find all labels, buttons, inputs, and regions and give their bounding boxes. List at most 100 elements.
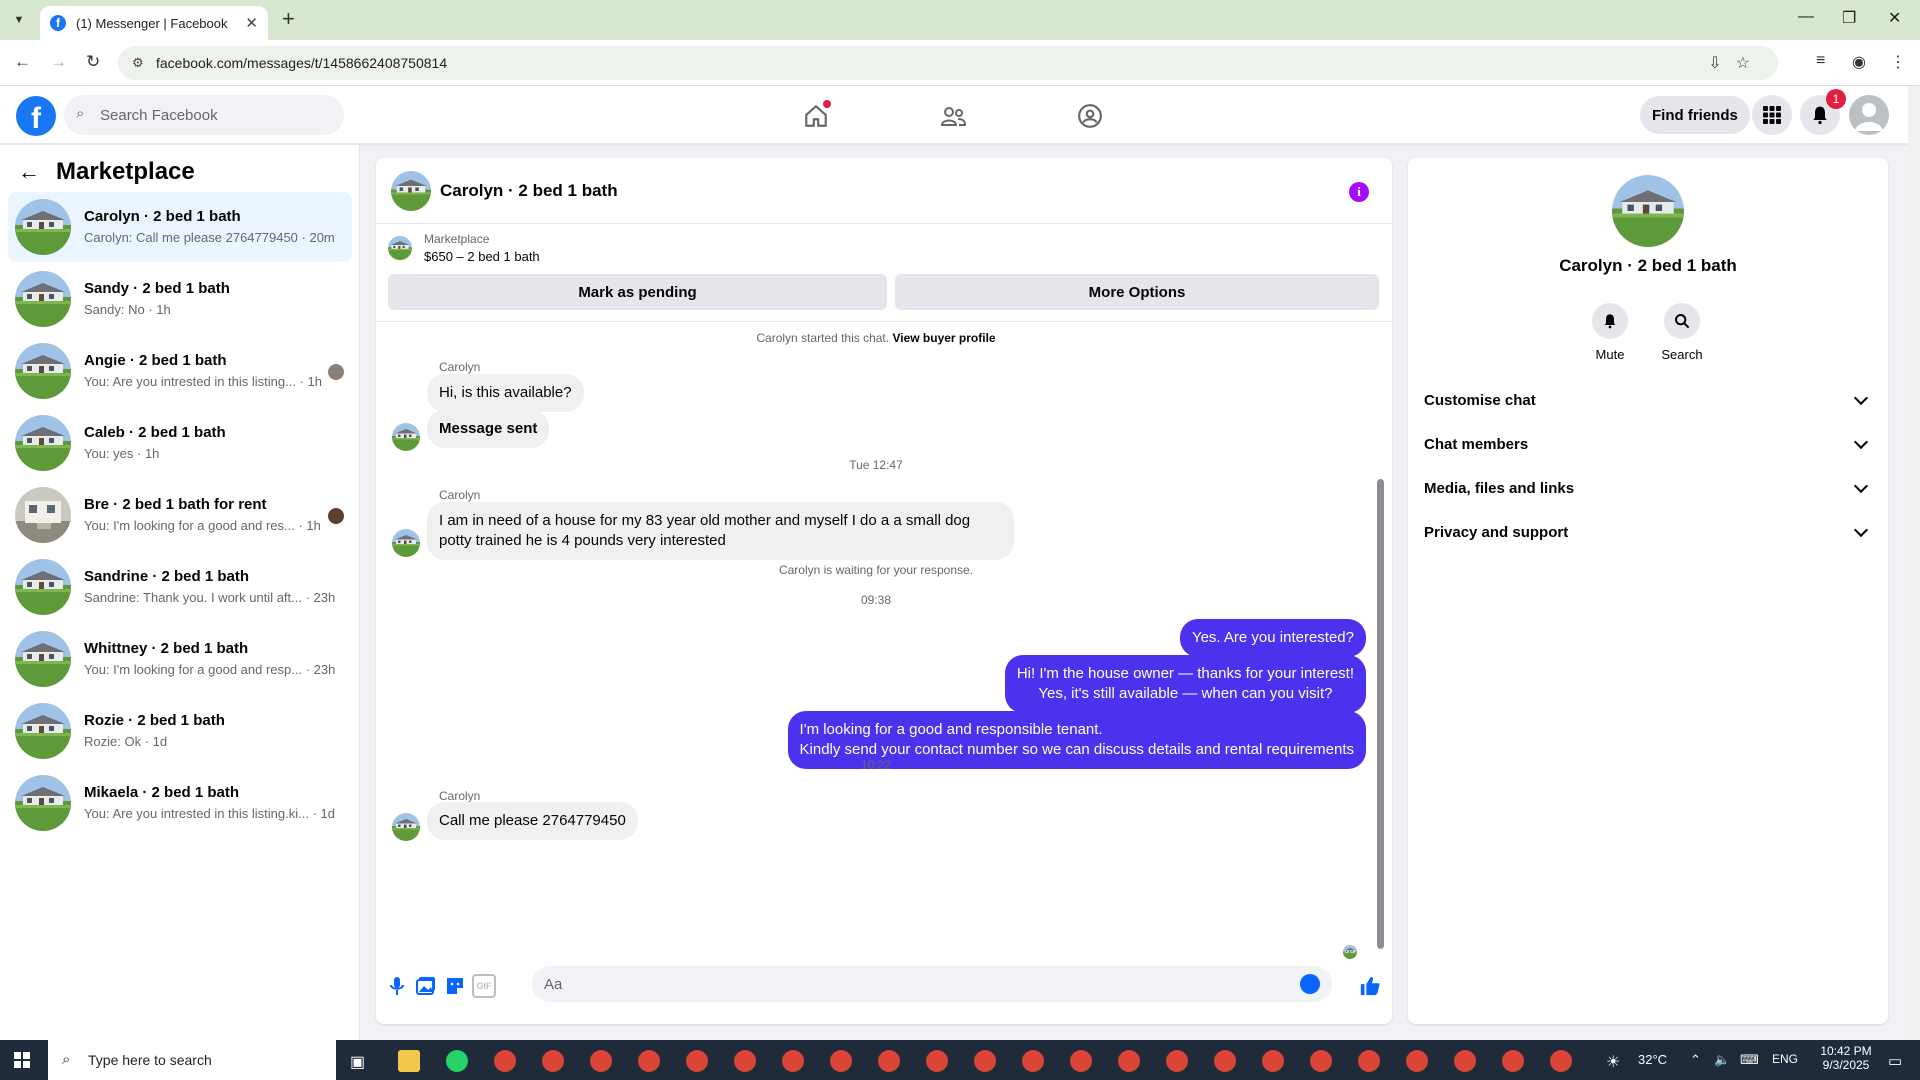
chrome-icon[interactable] <box>830 1050 852 1072</box>
chrome-icon[interactable] <box>1310 1050 1332 1072</box>
chat-title[interactable]: Carolyn · 2 bed 1 bath <box>440 181 618 201</box>
new-tab-plus-icon[interactable]: + <box>282 6 295 32</box>
incoming-message[interactable]: Message sent <box>427 410 550 448</box>
account-avatar[interactable] <box>1849 95 1889 135</box>
profile-icon[interactable]: ◉ <box>1852 52 1866 72</box>
outgoing-message[interactable]: Yes. Are you interested? <box>1179 619 1366 657</box>
chrome-icon[interactable] <box>1358 1050 1380 1072</box>
chrome-icon[interactable] <box>1166 1050 1188 1072</box>
conversation-item[interactable]: Caleb · 2 bed 1 bath You: yes · 1h <box>8 408 352 478</box>
site-info-icon[interactable]: ⚙ <box>132 55 144 71</box>
search-in-chat-button[interactable]: Search <box>1652 303 1712 362</box>
privacy-support-section[interactable]: Privacy and support <box>1424 512 1872 552</box>
task-view-icon[interactable]: ▣ <box>350 1052 365 1072</box>
chrome-icon[interactable] <box>1454 1050 1476 1072</box>
whatsapp-icon[interactable] <box>446 1050 468 1072</box>
chat-scrollbar[interactable] <box>1375 329 1385 949</box>
close-tab-icon[interactable]: ✕ <box>245 14 258 32</box>
media-files-links-section[interactable]: Media, files and links <box>1424 468 1872 508</box>
menu-grid-icon[interactable] <box>1752 95 1792 135</box>
chat-scrollbar-thumb[interactable] <box>1377 479 1384 949</box>
chrome-icon[interactable] <box>494 1050 516 1072</box>
chrome-icon[interactable] <box>686 1050 708 1072</box>
chrome-icon[interactable] <box>1070 1050 1092 1072</box>
back-arrow-icon[interactable]: ← <box>18 159 40 185</box>
url-field[interactable]: ⚙ facebook.com/messages/t/14586624087508… <box>118 46 1778 80</box>
tab-search-chevron-icon[interactable]: ▼ <box>8 10 30 30</box>
info-icon[interactable]: i <box>1349 182 1369 202</box>
chrome-icon[interactable] <box>542 1050 564 1072</box>
clock[interactable]: 10:42 PM 9/3/2025 <box>1816 1044 1876 1072</box>
chrome-icon[interactable] <box>1406 1050 1428 1072</box>
emoji-icon[interactable] <box>1300 974 1320 994</box>
windows-start-icon[interactable] <box>14 1052 30 1068</box>
chrome-icon[interactable] <box>1214 1050 1236 1072</box>
conversation-item[interactable]: Sandy · 2 bed 1 bath Sandy: No · 1h <box>8 264 352 334</box>
chrome-icon[interactable] <box>926 1050 948 1072</box>
bookmark-star-icon[interactable]: ⇩☆ <box>1708 53 1764 73</box>
chrome-icon[interactable] <box>782 1050 804 1072</box>
kebab-menu-icon[interactable]: ⋮ <box>1890 52 1906 72</box>
chrome-icon[interactable] <box>1262 1050 1284 1072</box>
chrome-icon[interactable] <box>638 1050 660 1072</box>
chrome-icon[interactable] <box>734 1050 756 1072</box>
mute-button[interactable]: Mute <box>1580 303 1640 362</box>
temperature[interactable]: 32°C <box>1638 1052 1667 1067</box>
taskbar-search-input[interactable]: ⌕ Type here to search <box>48 1040 336 1080</box>
incoming-message[interactable]: Call me please 2764779450 <box>427 802 638 840</box>
reload-icon[interactable]: ↻ <box>86 52 100 72</box>
incoming-message[interactable]: Hi, is this available? <box>427 374 584 412</box>
volume-icon[interactable]: 🔈 <box>1714 1052 1730 1068</box>
conversation-item[interactable]: Sandrine · 2 bed 1 bath Sandrine: Thank … <box>8 552 352 622</box>
sticker-icon[interactable] <box>443 974 467 998</box>
facebook-logo-icon[interactable]: f <box>16 96 56 136</box>
conversation-item[interactable]: Whittney · 2 bed 1 bath You: I'm looking… <box>8 624 352 694</box>
conversation-item[interactable]: Angie · 2 bed 1 bath You: Are you intres… <box>8 336 352 406</box>
minimize-icon[interactable]: — <box>1798 8 1814 26</box>
back-arrow-icon[interactable]: ← <box>14 52 31 72</box>
listing-price[interactable]: $650 – 2 bed 1 bath <box>424 249 540 264</box>
conversation-item[interactable]: Bre · 2 bed 1 bath for rent You: I'm loo… <box>8 480 352 550</box>
chat-avatar[interactable] <box>391 171 431 211</box>
thumbs-up-icon[interactable] <box>1358 974 1382 998</box>
find-friends-button[interactable]: Find friends <box>1640 96 1750 134</box>
view-buyer-profile-link[interactable]: View buyer profile <box>892 331 995 345</box>
chrome-icon[interactable] <box>1550 1050 1572 1072</box>
media-controls-icon[interactable]: ≡ <box>1816 52 1825 70</box>
friends-icon[interactable] <box>933 96 973 136</box>
chat-members-section[interactable]: Chat members <box>1424 424 1872 464</box>
incoming-message[interactable]: I am in need of a house for my 83 year o… <box>427 502 1014 560</box>
outgoing-message[interactable]: Hi! I'm the house owner — thanks for you… <box>1004 655 1366 713</box>
mark-as-pending-button[interactable]: Mark as pending <box>388 274 887 310</box>
chrome-icon[interactable] <box>1502 1050 1524 1072</box>
keyboard-icon[interactable]: ⌨ <box>1740 1052 1759 1068</box>
conversation-item[interactable]: Carolyn · 2 bed 1 bath Carolyn: Call me … <box>8 192 352 262</box>
chrome-icon[interactable] <box>974 1050 996 1072</box>
chrome-icon[interactable] <box>878 1050 900 1072</box>
microphone-icon[interactable] <box>385 974 409 998</box>
chrome-icon[interactable] <box>1118 1050 1140 1072</box>
conversation-item[interactable]: Mikaela · 2 bed 1 bath You: Are you intr… <box>8 768 352 838</box>
forward-arrow-icon[interactable]: → <box>50 52 67 72</box>
close-window-icon[interactable]: ✕ <box>1888 8 1901 28</box>
browser-tab[interactable]: f (1) Messenger | Facebook ✕ <box>40 6 268 40</box>
conversation-item[interactable]: Rozie · 2 bed 1 bath Rozie: Ok · 1d <box>8 696 352 766</box>
restore-icon[interactable]: ❐ <box>1842 8 1856 28</box>
file-explorer-icon[interactable] <box>398 1050 420 1072</box>
facebook-search-input[interactable]: ⌕ Search Facebook <box>64 95 344 135</box>
more-options-button[interactable]: More Options <box>895 274 1379 310</box>
groups-icon[interactable] <box>1070 96 1110 136</box>
message-input[interactable]: Aa <box>532 966 1332 1002</box>
language-indicator[interactable]: ENG <box>1772 1052 1798 1066</box>
gif-icon[interactable]: GIF <box>472 974 496 998</box>
notification-center-icon[interactable]: ▭ <box>1888 1052 1902 1070</box>
customise-chat-section[interactable]: Customise chat <box>1424 380 1872 420</box>
profile-avatar[interactable] <box>1612 175 1684 247</box>
chrome-icon[interactable] <box>590 1050 612 1072</box>
page-scrollbar[interactable] <box>1908 86 1920 1040</box>
message-list: Carolyn started this chat. View buyer pr… <box>376 323 1392 951</box>
tray-chevron-icon[interactable]: ⌃ <box>1690 1052 1701 1068</box>
photo-icon[interactable] <box>414 974 438 998</box>
weather-icon[interactable]: ☀ <box>1606 1052 1620 1072</box>
chrome-icon[interactable] <box>1022 1050 1044 1072</box>
